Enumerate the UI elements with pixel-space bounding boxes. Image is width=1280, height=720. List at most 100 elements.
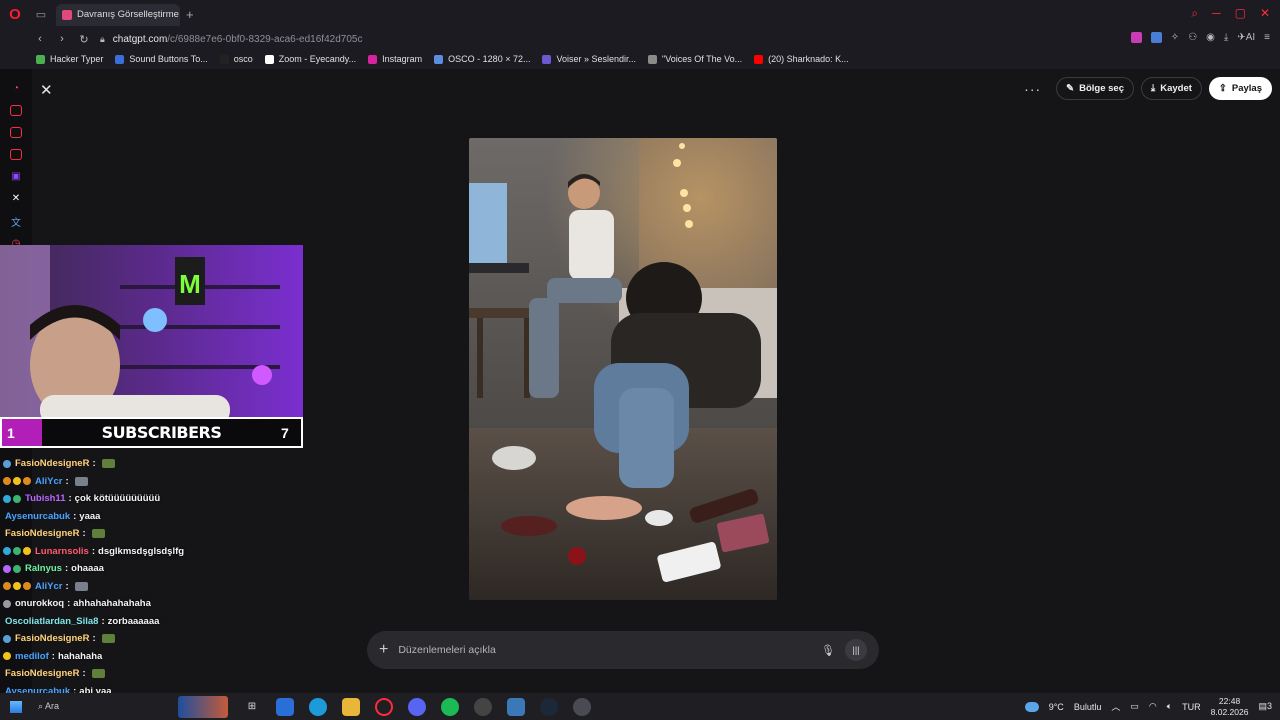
opera-sidebar: ◔ ▣ ✕ 文 ◷ [0, 69, 32, 249]
bookmark-item[interactable]: Instagram [368, 54, 422, 64]
microphone-icon[interactable]: 🎙︎ [821, 644, 835, 657]
app-blue-icon[interactable] [276, 697, 294, 716]
webcam-feed-illustration: M [0, 245, 303, 417]
bookmark-item[interactable]: Hacker Typer [36, 54, 103, 64]
bookmark-item[interactable]: (20) Sharknado: K... [754, 54, 849, 64]
notification-count: 3 [1266, 701, 1272, 711]
reload-icon[interactable]: ↻ [78, 33, 90, 46]
search-tabs-icon[interactable]: ⌕ [1191, 6, 1198, 21]
widgets-icon[interactable] [178, 695, 228, 718]
maximize-icon[interactable]: ▢ [1235, 6, 1246, 21]
extensions-puzzle-icon[interactable]: ✧ [1171, 32, 1179, 43]
wifi-icon[interactable]: ◠ [1149, 701, 1157, 712]
obs-icon[interactable] [474, 697, 492, 716]
chat-badge-icon [3, 477, 11, 486]
menu-icon[interactable]: ≡ [1264, 32, 1270, 43]
chat-separator: : [82, 668, 86, 680]
toolbar-extensions: ✧ ⚇ ◉ ⤓ ✈AI ≡ [1130, 32, 1270, 43]
url-field[interactable]: chatgpt.com/c/6988e7e6-0bf0-8329-aca6-ed… [113, 34, 363, 45]
start-icon[interactable] [10, 700, 22, 713]
chat-username: FasioNdesigneR [15, 633, 90, 645]
file-explorer-icon[interactable] [342, 697, 360, 716]
spotify-icon[interactable] [441, 697, 459, 716]
aria-ai-button[interactable]: ✈AI [1237, 32, 1255, 43]
bookmark-item[interactable]: osco [219, 54, 253, 64]
clock-time: 22:48 [1218, 695, 1241, 706]
volume-icon[interactable]: 🔈︎ [1167, 701, 1172, 712]
discord-icon[interactable] [408, 697, 426, 716]
frog-emote-icon [101, 459, 115, 469]
bookmark-favicon-icon [754, 54, 764, 64]
bookmark-label: (20) Sharknado: K... [768, 54, 849, 64]
chat-badge-icon [3, 459, 11, 468]
whatsapp-icon[interactable] [10, 127, 22, 138]
mail-icon[interactable] [10, 149, 22, 160]
opera-logo-icon[interactable]: O [0, 0, 30, 29]
notifications-icon[interactable]: ▤3 [1258, 701, 1272, 712]
bookmark-item[interactable]: OSCO - 1280 × 72... [434, 54, 530, 64]
bookmark-favicon-icon [115, 54, 125, 64]
translate-icon[interactable]: 文 [10, 215, 22, 229]
voice-mode-icon[interactable]: ||| [845, 639, 867, 661]
weather-desc[interactable]: Bulutlu [1074, 702, 1102, 712]
edit-description-input[interactable] [398, 644, 822, 656]
address-bar: ‹ › ↻ 🔒︎ chatgpt.com/c/6988e7e6-0bf0-832… [0, 29, 1280, 49]
messenger-icon[interactable] [10, 105, 22, 116]
edge-icon[interactable] [309, 697, 327, 716]
chat-badge-icon [3, 582, 11, 591]
bookmark-favicon-icon [542, 54, 552, 64]
chat-badge-icon [13, 494, 21, 503]
bookmark-item[interactable]: Zoom - Eyecandy... [264, 54, 356, 64]
share-button[interactable]: ⇪ Paylaş [1208, 77, 1272, 100]
browser-tab[interactable]: Davranış Görselleştirme Ta [56, 3, 180, 26]
chatgpt-favicon-icon [62, 9, 72, 20]
new-tab-icon[interactable]: + [186, 7, 194, 22]
lock-icon[interactable]: 🔒︎ [100, 34, 105, 45]
chat-username: Oscoliatlardan_Sila8 [5, 615, 99, 627]
language-indicator[interactable]: TUR [1182, 702, 1201, 712]
bookmark-label: "Voices Of The Vo... [662, 54, 743, 64]
close-viewer-icon[interactable]: ✕ [40, 81, 53, 99]
minimize-icon[interactable]: ─ [1212, 6, 1221, 21]
clock[interactable]: 22:48 8.02.2026 [1211, 696, 1249, 718]
extension-pink-icon[interactable] [1130, 32, 1142, 43]
back-icon[interactable]: ‹ [34, 33, 46, 45]
bookmark-item[interactable]: "Voices Of The Vo... [648, 54, 742, 64]
close-window-icon[interactable]: ✕ [1260, 6, 1270, 21]
more-options-icon[interactable]: ··· [1024, 81, 1041, 97]
workspace-icon[interactable]: ▭ [30, 0, 52, 29]
camera-icon[interactable]: ◉ [1206, 32, 1215, 43]
bookmark-item[interactable]: Voiser » Seslendir... [542, 54, 636, 64]
stream-chat: FasioNdesigneR: AliYcr: Tubish11: çok kötüü… [0, 455, 300, 700]
chat-separator: : [65, 475, 69, 487]
app-misc-icon[interactable] [573, 697, 591, 716]
download-icon[interactable]: ⤓ [1224, 32, 1228, 43]
app-game-icon[interactable] [507, 697, 525, 716]
extension-blue-icon[interactable] [1150, 32, 1162, 43]
task-view-icon[interactable]: ⊞ [243, 698, 261, 716]
twitch-icon[interactable]: ▣ [10, 171, 22, 182]
chat-message: Lunarnsolis: dsglkmsdşglsdşlfg [0, 543, 300, 561]
steam-icon[interactable] [540, 697, 558, 716]
chat-separator: : [73, 510, 77, 522]
edit-composer: + 🎙︎ ||| [367, 631, 879, 669]
chat-badge-icon [13, 564, 21, 573]
save-button[interactable]: ⤓ Kaydet [1141, 77, 1202, 100]
weather-cloud-icon[interactable] [1024, 701, 1039, 712]
taskbar-search[interactable]: ⌕ Ara [38, 701, 178, 712]
forward-icon[interactable]: › [56, 33, 68, 45]
x-icon[interactable]: ✕ [10, 193, 22, 204]
weather-temp[interactable]: 9°C [1049, 702, 1064, 712]
select-region-button[interactable]: ✎ Bölge seç [1056, 77, 1135, 100]
chat-message: FasioNdesigneR: [0, 665, 300, 683]
bookmark-item[interactable]: Sound Buttons To... [115, 54, 208, 64]
profile-icon[interactable]: ⚇ [1188, 32, 1197, 43]
chat-message: Oscoliatlardan_Sila8: zorbaaaaaa [0, 613, 300, 631]
bookmark-favicon-icon [368, 54, 378, 64]
opera-icon[interactable] [375, 697, 393, 716]
aria-icon[interactable]: ◔ [10, 83, 22, 94]
generated-image[interactable] [469, 138, 777, 600]
tray-chevron-icon[interactable]: ︿ [1111, 700, 1120, 713]
add-attachment-icon[interactable]: + [379, 641, 388, 659]
network-icon[interactable]: ▭ [1130, 701, 1139, 712]
